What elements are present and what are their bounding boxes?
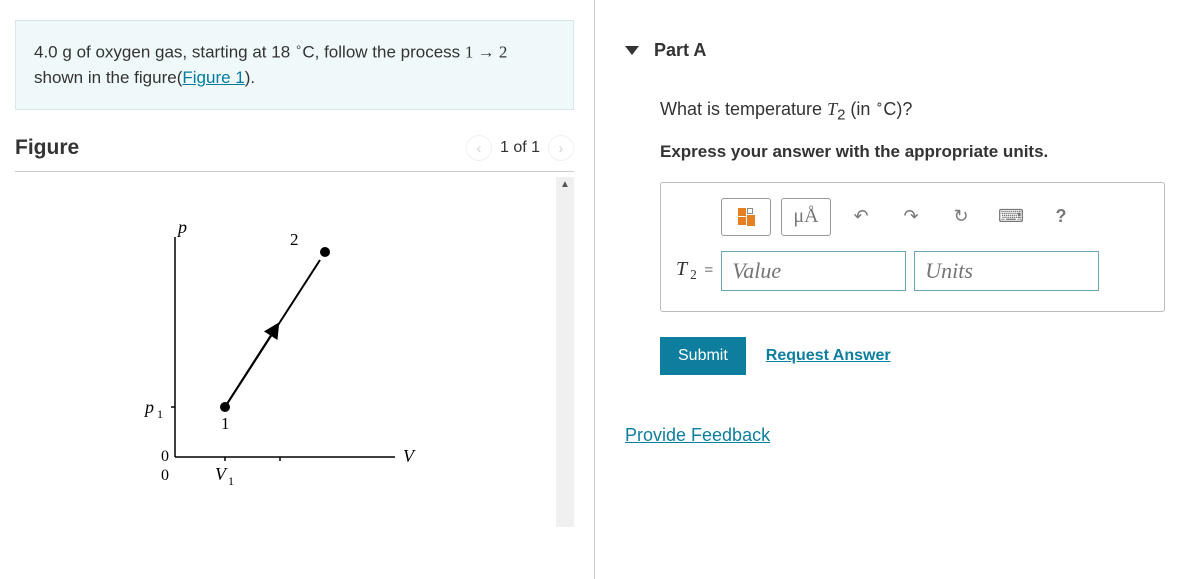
svg-text:2: 2 xyxy=(290,230,299,249)
state-1: 1 xyxy=(465,43,474,62)
mass-unit: g xyxy=(62,43,71,62)
undo-button[interactable]: ↶ xyxy=(841,198,881,236)
svg-text:V: V xyxy=(215,464,228,484)
request-answer-link[interactable]: Request Answer xyxy=(766,347,891,365)
part-header[interactable]: Part A xyxy=(625,20,1180,76)
gas-name: oxygen gas xyxy=(95,43,182,62)
y-axis-label: p xyxy=(176,217,187,237)
provide-feedback-link[interactable]: Provide Feedback xyxy=(625,425,770,445)
templates-button[interactable] xyxy=(721,198,771,236)
value-input[interactable] xyxy=(721,251,906,291)
figure-counter: 1 of 1 xyxy=(500,139,540,157)
collapse-icon xyxy=(625,46,639,55)
start-temp: 18 xyxy=(271,43,290,62)
answer-instruction: Express your answer with the appropriate… xyxy=(660,142,1180,162)
templates-icon xyxy=(738,208,755,226)
units-button[interactable]: μÅ xyxy=(781,198,831,236)
keyboard-button[interactable]: ⌨ xyxy=(991,198,1031,236)
help-button[interactable]: ? xyxy=(1041,198,1081,236)
answer-area: μÅ ↶ ↷ ↻ ⌨ ? T2 = xyxy=(660,182,1165,312)
mass-value: 4.0 xyxy=(34,43,58,62)
svg-text:0: 0 xyxy=(161,448,169,465)
svg-text:0: 0 xyxy=(161,467,169,484)
figure-scrollbar[interactable]: ▲ xyxy=(556,177,574,527)
temp-c: C xyxy=(302,43,314,62)
reset-button[interactable]: ↻ xyxy=(941,198,981,236)
figure-link[interactable]: Figure 1 xyxy=(182,68,244,87)
figure-title: Figure xyxy=(15,136,79,160)
svg-text:1: 1 xyxy=(157,407,163,421)
answer-toolbar: μÅ ↶ ↷ ↻ ⌨ ? xyxy=(661,183,1164,251)
submit-button[interactable]: Submit xyxy=(660,337,746,375)
svg-text:1: 1 xyxy=(221,414,230,433)
redo-button[interactable]: ↷ xyxy=(891,198,931,236)
question-text: What is temperature T2 (in ∘C)? xyxy=(660,96,1180,124)
part-title: Part A xyxy=(654,40,706,61)
svg-text:p: p xyxy=(143,397,154,417)
x-axis-label: V xyxy=(403,446,416,466)
units-input[interactable] xyxy=(914,251,1099,291)
state-2: 2 xyxy=(499,43,508,62)
figure-nav: ‹ 1 of 1 › xyxy=(466,135,574,161)
answer-variable: T2 = xyxy=(676,258,713,283)
next-figure-button[interactable]: › xyxy=(548,135,574,161)
figure-plot: p V p 1 0 0 V 1 xyxy=(15,177,556,527)
problem-statement: 4.0 g of oxygen gas, starting at 18 ∘C, … xyxy=(15,20,574,110)
scroll-up-icon[interactable]: ▲ xyxy=(560,179,570,190)
prev-figure-button[interactable]: ‹ xyxy=(466,135,492,161)
svg-text:1: 1 xyxy=(228,474,234,488)
